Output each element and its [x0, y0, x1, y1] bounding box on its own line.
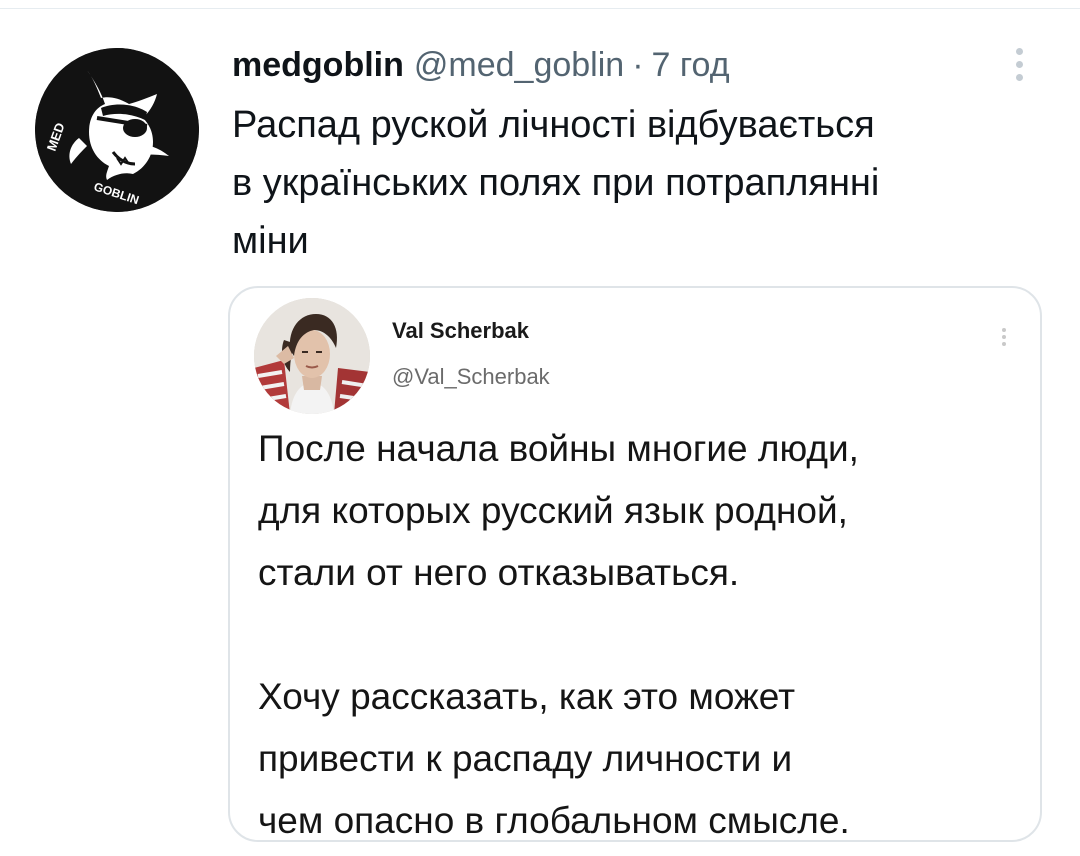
goblin-logo-icon: MED GOBLIN: [35, 48, 199, 212]
quoted-user-handle[interactable]: @Val_Scherbak: [392, 364, 550, 390]
portrait-photo-icon: [254, 298, 370, 414]
timestamp[interactable]: 7 год: [652, 40, 730, 90]
quoted-more-vertical-icon[interactable]: [994, 322, 1014, 352]
medgoblin-avatar[interactable]: MED GOBLIN: [35, 48, 199, 212]
quoted-tweet-text: После начала войны многие люди, для кото…: [258, 428, 859, 841]
quoted-user-avatar[interactable]: [254, 298, 370, 414]
tweet-text: Распад руской лічності відбувається в ук…: [232, 104, 880, 262]
tweet-header: medgoblin @med_goblin · 7 год: [232, 40, 730, 90]
separator-dot: ·: [632, 46, 644, 84]
user-handle[interactable]: @med_goblin: [414, 40, 624, 90]
quoted-display-name[interactable]: Val Scherbak: [392, 318, 529, 344]
display-name[interactable]: medgoblin: [232, 40, 404, 90]
quoted-tweet-card[interactable]: Val Scherbak @Val_Scherbak После начала …: [228, 286, 1042, 842]
more-vertical-icon[interactable]: [1004, 44, 1034, 84]
top-divider: [0, 8, 1080, 9]
